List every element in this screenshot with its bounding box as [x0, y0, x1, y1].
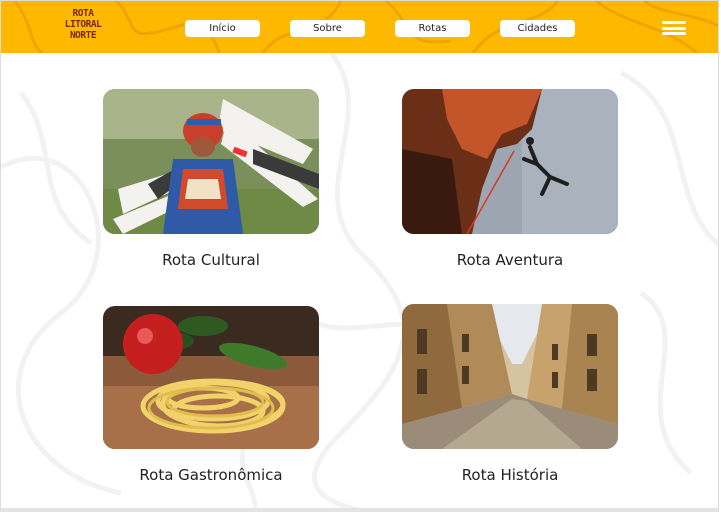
aventura-image[interactable] — [402, 89, 618, 234]
nav-sobre-button[interactable]: Sobre — [290, 20, 365, 37]
gastronomica-image[interactable] — [103, 306, 319, 449]
route-title[interactable]: Rota Gastronômica — [81, 466, 341, 484]
route-title[interactable]: Rota Cultural — [81, 251, 341, 269]
cultural-image[interactable] — [103, 89, 319, 234]
logo-line-3: NORTE — [69, 30, 97, 41]
nav-inicio-button[interactable]: Início — [185, 20, 260, 37]
nav-cidades-button[interactable]: Cidades — [500, 20, 575, 37]
page-frame: ROTA LITORAL NORTE Início Sobre Rotas Ci… — [0, 0, 719, 512]
historia-image[interactable] — [402, 304, 618, 449]
route-title[interactable]: Rota História — [380, 466, 640, 484]
hamburger-icon[interactable] — [662, 21, 686, 35]
logo-line-1: ROTA — [72, 8, 94, 19]
route-card-cultural[interactable]: Rota Cultural — [103, 89, 319, 269]
route-card-gastronomica[interactable]: Rota Gastronômica — [103, 306, 319, 484]
route-card-historia[interactable]: Rota História — [402, 304, 618, 484]
route-card-aventura[interactable]: Rota Aventura — [402, 89, 618, 269]
nav-rotas-button[interactable]: Rotas — [395, 20, 470, 37]
top-navbar: ROTA LITORAL NORTE Início Sobre Rotas Ci… — [1, 1, 718, 53]
route-title[interactable]: Rota Aventura — [380, 251, 640, 269]
logo-line-2: LITORAL — [64, 19, 102, 30]
brand-logo[interactable]: ROTA LITORAL NORTE — [62, 8, 104, 48]
